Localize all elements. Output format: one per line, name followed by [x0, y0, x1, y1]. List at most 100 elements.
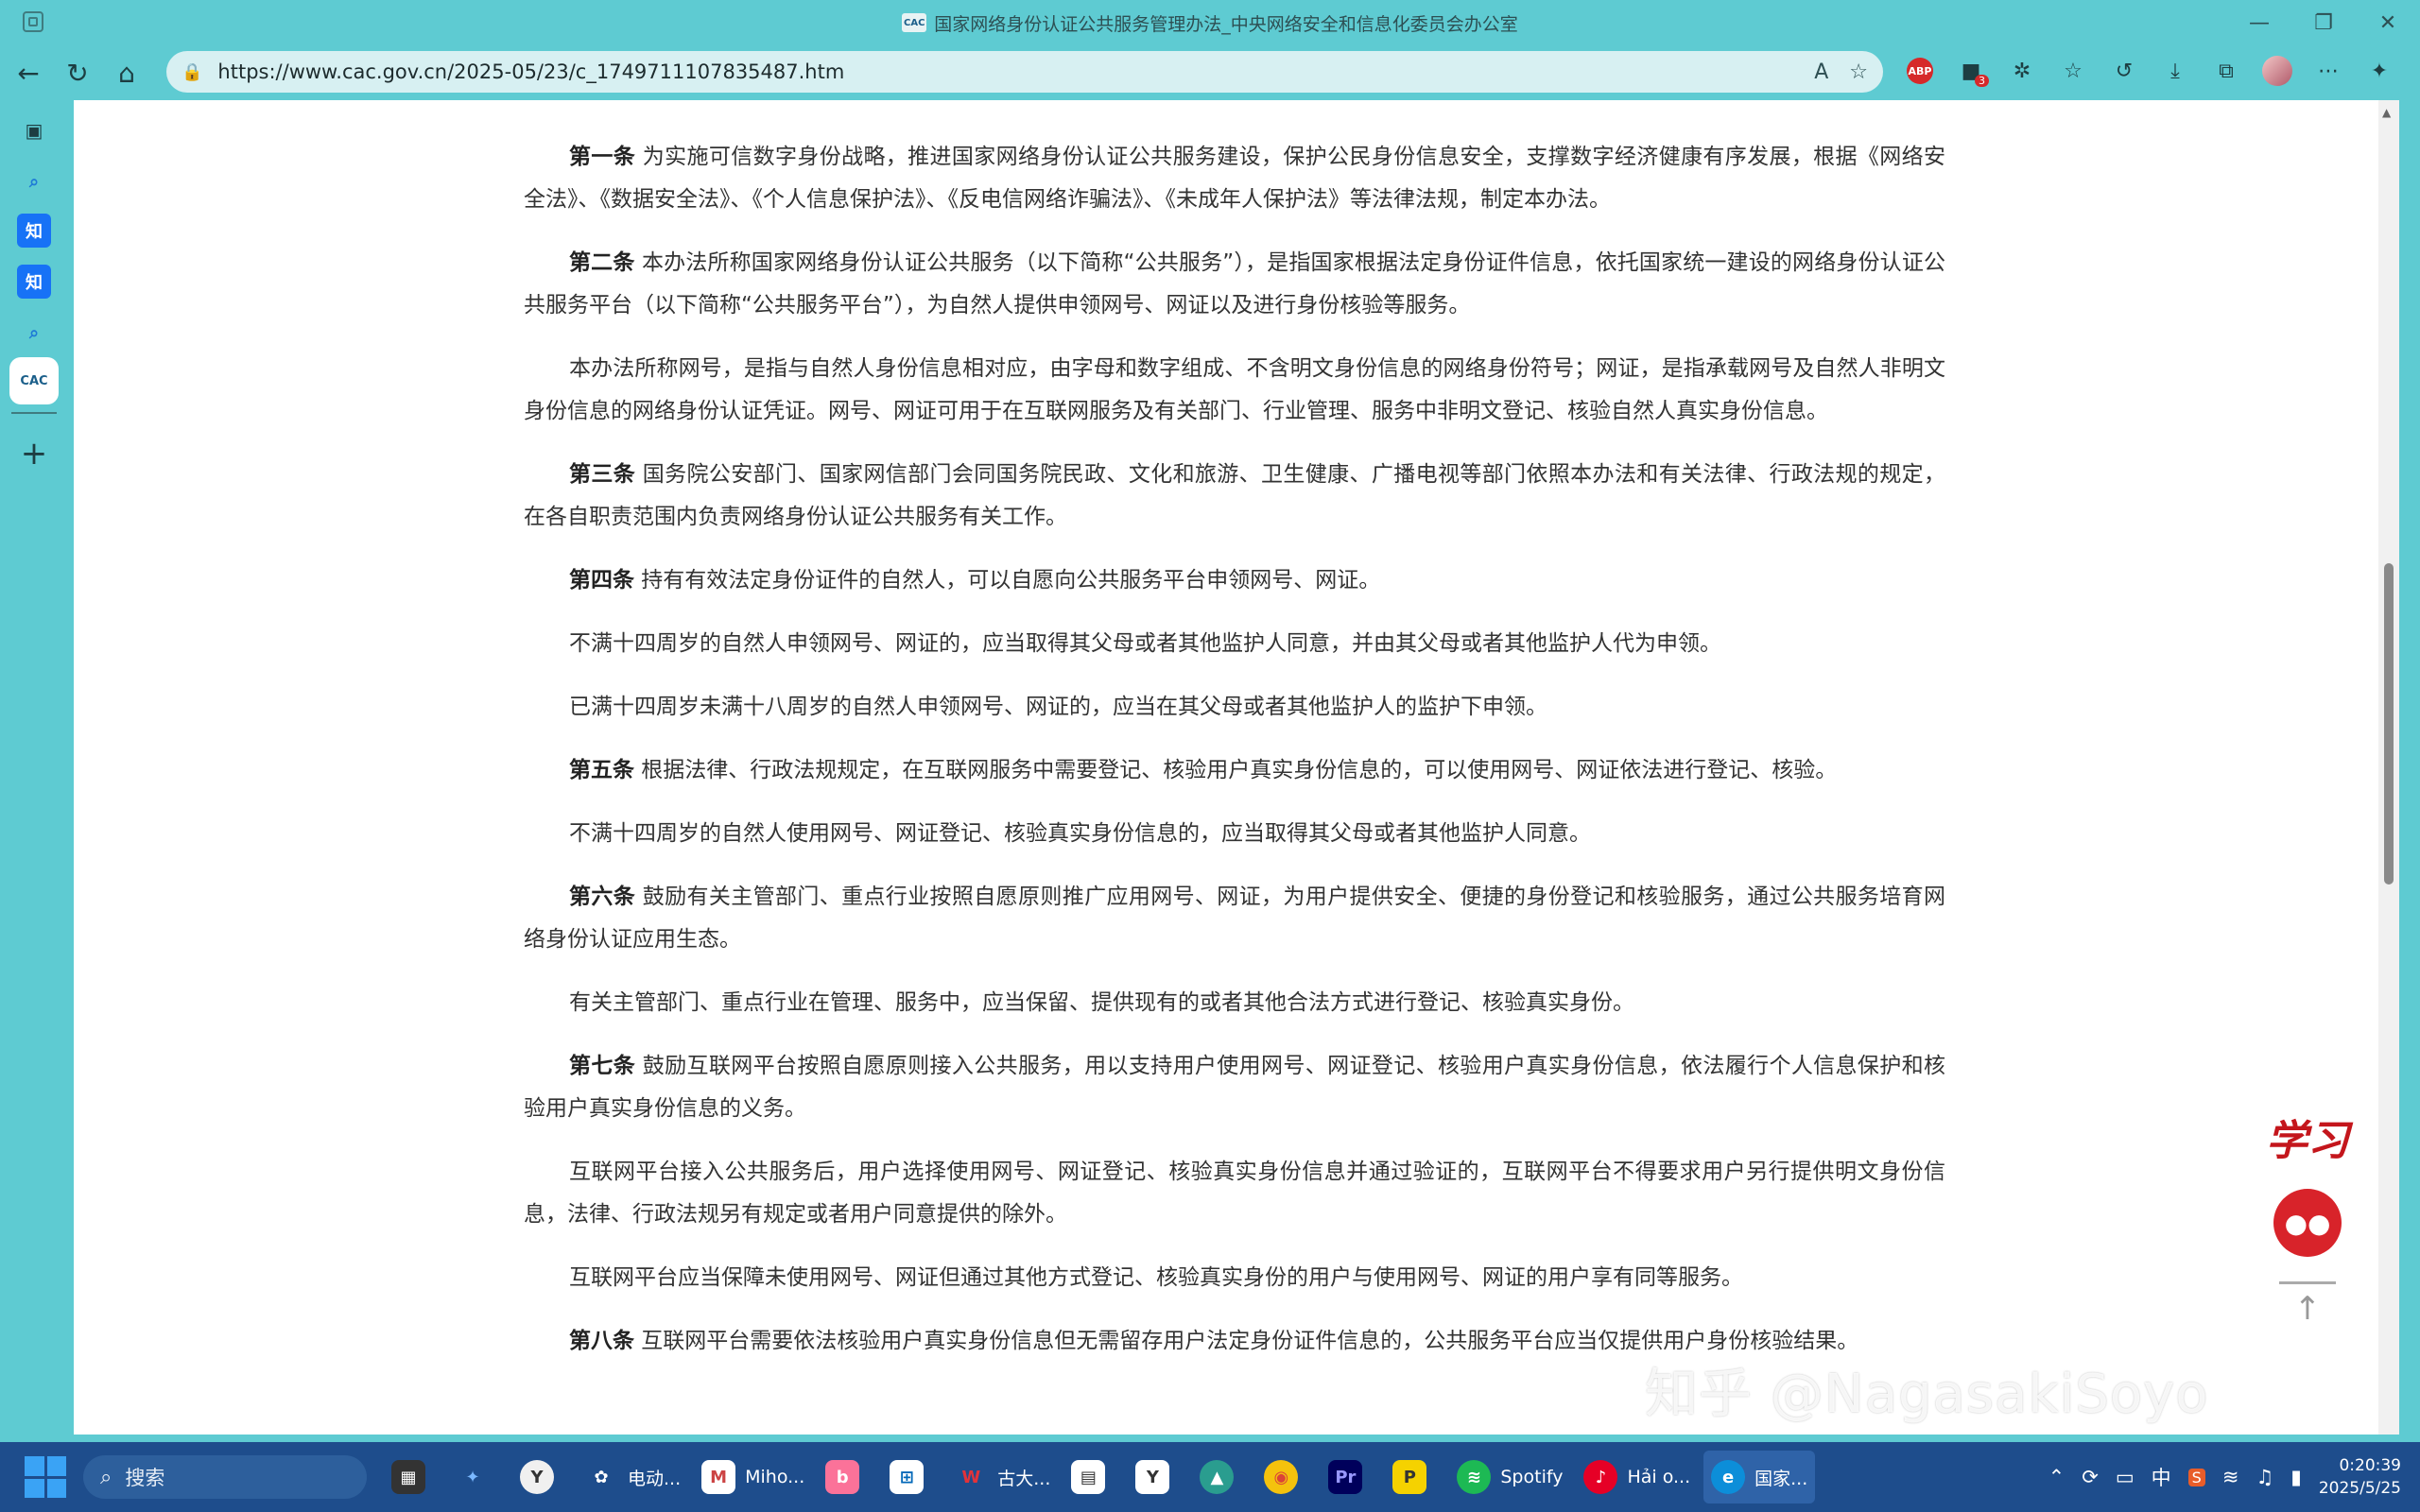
- window-controls: — ❐ ✕: [2227, 0, 2420, 45]
- collections-button[interactable]: ⧉: [2208, 53, 2244, 89]
- adblock-icon: ABP: [1907, 58, 1933, 84]
- spotify-icon: ≋: [1457, 1460, 1492, 1494]
- landscape-icon: ▦: [391, 1460, 425, 1494]
- taskbar-app-y[interactable]: Y: [1128, 1451, 1186, 1503]
- arrow-up-icon: ↑: [2293, 1290, 2322, 1328]
- back-button[interactable]: ←: [4, 48, 53, 97]
- arrow-left-icon: ←: [17, 57, 40, 89]
- taskbar-app-pdf[interactable]: P: [1385, 1451, 1443, 1503]
- article-clause-head: 第六条: [569, 885, 636, 909]
- address-bar[interactable]: 🔒 https://www.cac.gov.cn/2025-05/23/c_17…: [166, 51, 1883, 93]
- wechat-icon: ●●: [2284, 1207, 2331, 1239]
- web-page: 第一条 为实施可信数字身份战略，推进国家网络身份认证公共服务建设，保护公民身份信…: [74, 100, 2399, 1435]
- mail-icon: M: [701, 1460, 736, 1494]
- start-button[interactable]: [25, 1456, 66, 1498]
- sidebar-cac-icon[interactable]: CAC: [9, 357, 59, 404]
- article-paragraph: 第一条 为实施可信数字身份战略，推进国家网络身份认证公共服务建设，保护公民身份信…: [524, 136, 1945, 221]
- article-paragraph: 第六条 鼓励有关主管部门、重点行业按照自愿原则推广应用网号、网证，为用户提供安全…: [524, 876, 1945, 961]
- sync-icon[interactable]: ⟳: [2082, 1466, 2099, 1488]
- sogou-icon[interactable]: S: [2187, 1468, 2205, 1486]
- copilot-button[interactable]: ✦: [2361, 53, 2397, 89]
- taskbar-search[interactable]: ⌕ 搜索: [83, 1455, 367, 1499]
- article-clause-text: 鼓励互联网平台按照自愿原则接入公共服务，用以支持用户使用网号、网证登记、核验用户…: [524, 1054, 1946, 1121]
- more-menu-button[interactable]: ⋯: [2310, 53, 2346, 89]
- premiere-icon: Pr: [1328, 1460, 1363, 1494]
- search-icon: ⌕: [100, 1465, 112, 1489]
- refresh-button[interactable]: ↻: [53, 48, 102, 97]
- pdf-icon: P: [1392, 1460, 1427, 1494]
- wps-icon: W: [961, 1467, 981, 1487]
- taskbar-app-widget[interactable]: ▦: [384, 1451, 442, 1503]
- home-button[interactable]: ⌂: [102, 48, 151, 97]
- downloads-button[interactable]: ⤓: [2157, 53, 2193, 89]
- windows-logo-icon: [25, 1478, 44, 1498]
- display-icon[interactable]: ▭: [2116, 1466, 2135, 1488]
- sidebar-search-icon-2[interactable]: ⌕: [17, 316, 51, 350]
- history-button[interactable]: ↺: [2106, 53, 2142, 89]
- battery-icon[interactable]: ▮: [2290, 1466, 2302, 1488]
- sidebar-zhihu-icon[interactable]: 知: [17, 214, 51, 248]
- refresh-icon: ↻: [66, 57, 89, 89]
- close-button[interactable]: ✕: [2356, 0, 2420, 45]
- article-paragraph: 第七条 鼓励互联网平台按照自愿原则接入公共服务，用以支持用户使用网号、网证登记、…: [524, 1045, 1945, 1130]
- taskbar-app-netease[interactable]: ♪ Hải o...: [1576, 1451, 1698, 1503]
- copilot-icon: ✦: [2370, 59, 2389, 83]
- sidebar-search-icon[interactable]: ⌕: [17, 164, 51, 198]
- chatgpt-icon: ✿: [594, 1467, 609, 1487]
- home-icon: ⌂: [118, 57, 135, 89]
- windows-logo-icon: [25, 1456, 44, 1476]
- taskbar-app-browser[interactable]: Y: [512, 1451, 571, 1503]
- taskbar-app-wps[interactable]: W 古大...: [946, 1451, 1058, 1503]
- page-scrollbar[interactable]: ▲: [2378, 100, 2399, 1435]
- article-clause-text: 持有有效法定身份证件的自然人，可以自愿向公共服务平台申领网号、网证。: [634, 568, 1381, 593]
- clock-date: 2025/5/25: [2318, 1479, 2401, 1498]
- back-to-top-button[interactable]: ↑: [2270, 1281, 2345, 1366]
- url-text[interactable]: https://www.cac.gov.cn/2025-05/23/c_1749…: [217, 60, 844, 83]
- taskbar-app-copilot[interactable]: ✦: [448, 1451, 507, 1503]
- clock-time: 0:20:39: [2339, 1456, 2401, 1475]
- taskbar-app-bilibili[interactable]: b: [818, 1451, 876, 1503]
- sidebar-zhihu-icon-2[interactable]: 知: [17, 265, 51, 299]
- favorite-star-icon[interactable]: ☆: [1849, 60, 1868, 84]
- taskbar-app-chatgpt[interactable]: ✿ 电动...: [577, 1451, 688, 1503]
- minimize-button[interactable]: —: [2227, 0, 2291, 45]
- volume-icon[interactable]: ♫: [2256, 1466, 2273, 1488]
- taskbar-app-notepad[interactable]: ▤: [1063, 1451, 1122, 1503]
- extensions-button[interactable]: ✲: [2004, 53, 2040, 89]
- collections-icon: ⧉: [2219, 59, 2234, 83]
- extension-with-badge[interactable]: ■ 3: [1953, 53, 1989, 89]
- article-paragraph: 第五条 根据法律、行政法规规定，在互联网服务中需要登记、核验用户真实身份信息的，…: [524, 749, 1945, 792]
- article-body: 第一条 为实施可信数字身份战略，推进国家网络身份认证公共服务建设，保护公民身份信…: [524, 136, 1945, 1383]
- taskbar-app-store[interactable]: ⊞: [882, 1451, 941, 1503]
- taskbar-app-premiere[interactable]: Pr: [1321, 1451, 1379, 1503]
- floating-share-panel: 学习 ●● ↑: [2256, 1094, 2360, 1425]
- sidebar-panel-icon[interactable]: ▣: [17, 113, 51, 147]
- tab-actions-icon[interactable]: [23, 11, 43, 32]
- favorites-button[interactable]: ☆: [2055, 53, 2091, 89]
- clock[interactable]: 0:20:39 2025/5/25: [2319, 1454, 2401, 1500]
- taskbar-app-spotify[interactable]: ≋ Spotify: [1449, 1451, 1570, 1503]
- scroll-up-icon[interactable]: ▲: [2382, 106, 2391, 119]
- adblock-extension[interactable]: ABP: [1902, 53, 1938, 89]
- notepad-icon: ▤: [1071, 1460, 1106, 1494]
- taskbar-app-label: Hải o...: [1627, 1467, 1691, 1487]
- taskbar-app-mail[interactable]: M Miho...: [694, 1451, 812, 1503]
- article-paragraph: 不满十四周岁的自然人使用网号、网证登记、核验真实身份信息的，应当取得其父母或者其…: [569, 821, 1591, 846]
- taskbar-app-edge[interactable]: e 国家...: [1703, 1451, 1816, 1503]
- chevron-up-icon[interactable]: ⌃: [2048, 1466, 2066, 1488]
- lock-icon[interactable]: 🔒: [182, 62, 202, 82]
- article-clause-head: 第一条: [569, 145, 636, 169]
- scrollbar-thumb[interactable]: [2384, 563, 2394, 885]
- maximize-button[interactable]: ❐: [2291, 0, 2356, 45]
- wifi-icon[interactable]: ≋: [2222, 1466, 2239, 1488]
- taskbar-app-chrome[interactable]: ◉: [1256, 1451, 1315, 1503]
- article-clause-text: 鼓励有关主管部门、重点行业按照自愿原则推广应用网号、网证，为用户提供安全、便捷的…: [524, 885, 1946, 952]
- xuexi-logo-button[interactable]: 学习: [2265, 1094, 2350, 1179]
- taskbar-app-mountain[interactable]: ▲: [1192, 1451, 1251, 1503]
- wechat-share-button[interactable]: ●●: [2273, 1189, 2342, 1257]
- profile-button[interactable]: [2259, 53, 2295, 89]
- sidebar-add-icon[interactable]: +: [17, 435, 51, 472]
- article-paragraph: 不满十四周岁的自然人申领网号、网证的，应当取得其父母或者其他监护人同意，并由其父…: [569, 631, 1721, 656]
- ime-indicator[interactable]: 中: [2152, 1463, 2171, 1491]
- read-aloud-icon[interactable]: A: [1814, 60, 1828, 84]
